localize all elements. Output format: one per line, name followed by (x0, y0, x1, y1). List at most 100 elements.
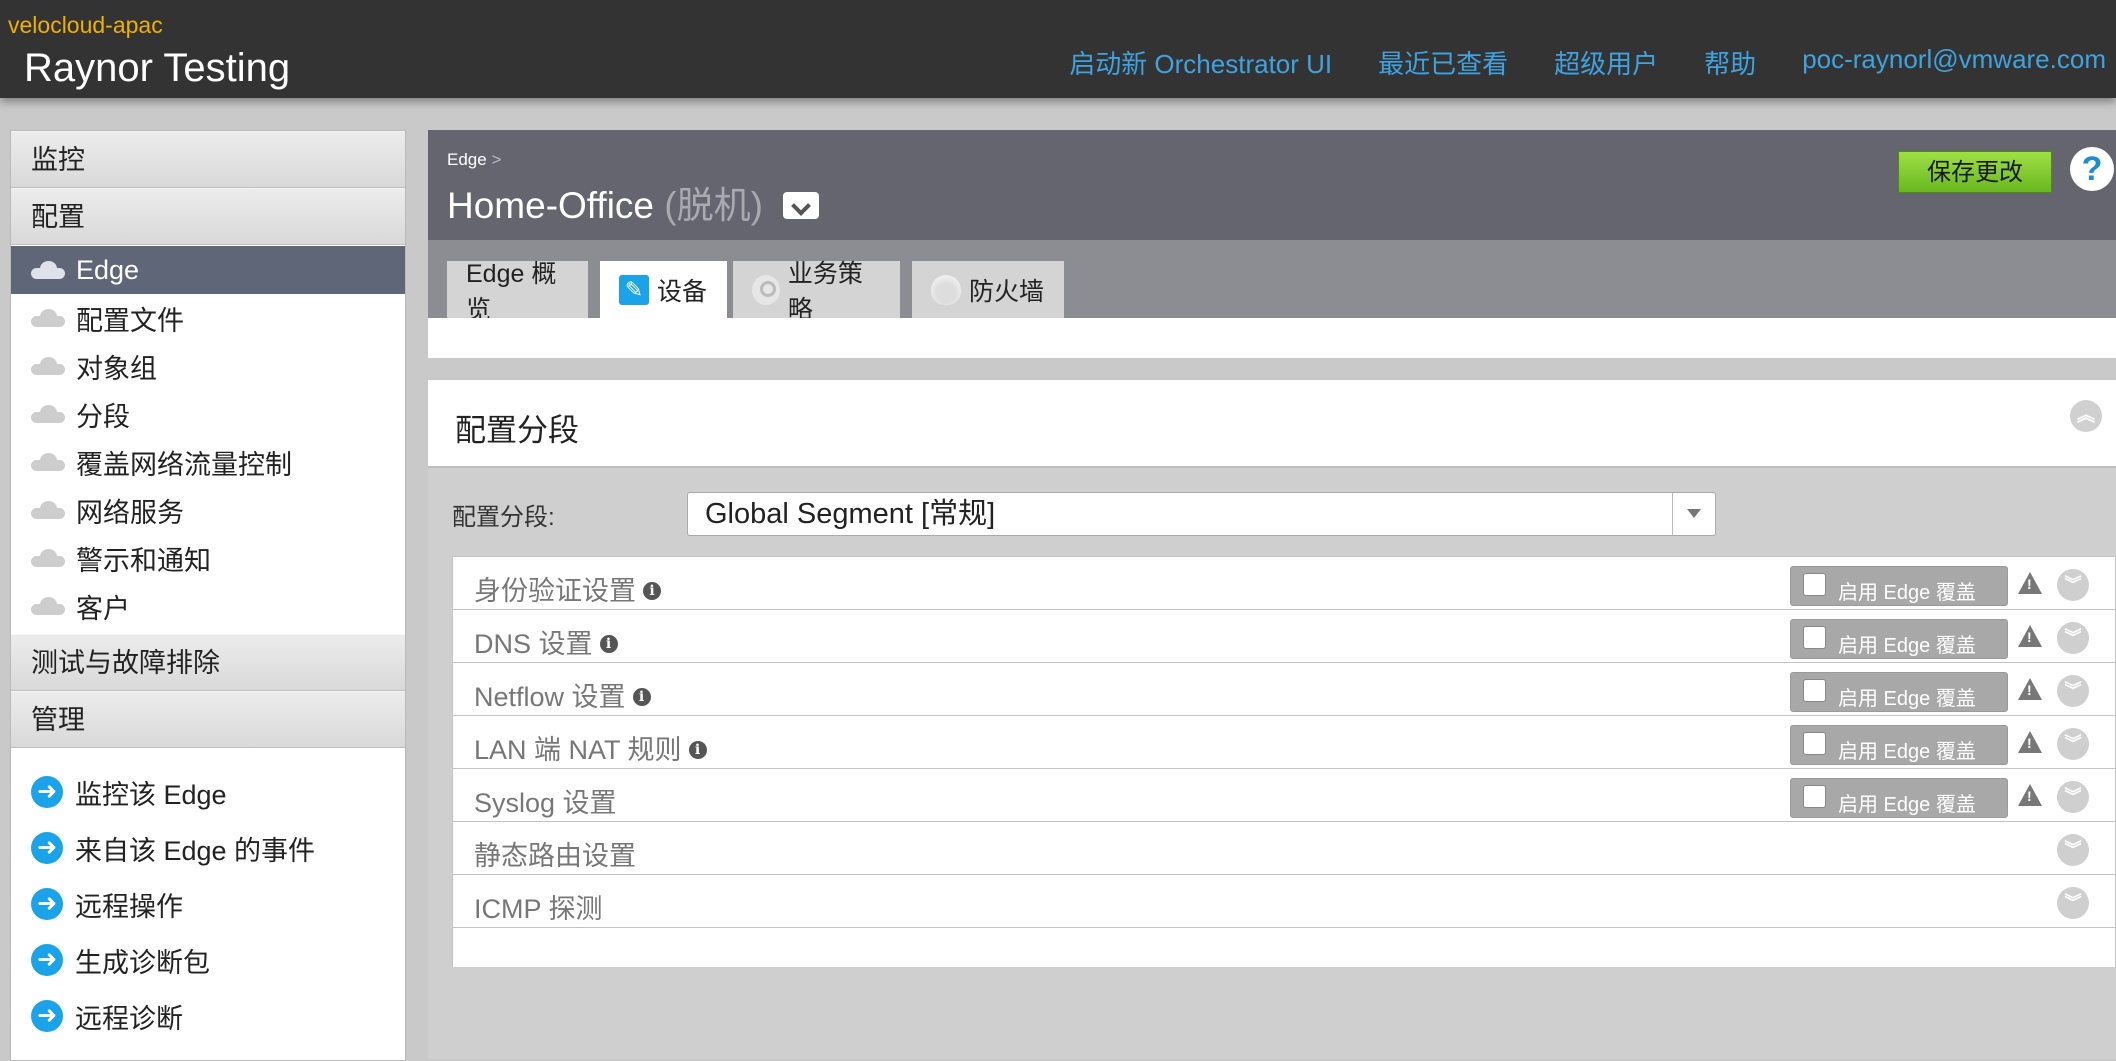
help-link[interactable]: 帮助 (1704, 44, 1756, 81)
sidebar-section-test[interactable]: 测试与故障排除 (11, 634, 405, 691)
top-bar: velocloud-apac Raynor Testing 启动新 Orches… (0, 0, 2116, 98)
sidebar-section-manage[interactable]: 管理 (11, 691, 405, 748)
section-row-partial (452, 927, 2116, 967)
collapse-up-icon[interactable]: ︽ (2070, 400, 2102, 432)
cloud-icon (31, 357, 65, 375)
info-icon[interactable]: i (599, 634, 618, 653)
ribbon-icon (752, 274, 780, 305)
manage-item-events[interactable]: ➜ 来自该 Edge 的事件 (11, 820, 405, 876)
chevron-down-icon[interactable] (1672, 493, 1715, 535)
info-icon[interactable]: i (688, 740, 707, 759)
cloud-icon (31, 549, 65, 567)
sidebar-item-edge[interactable]: Edge (11, 246, 405, 294)
section-title-text: DNS 设置 (474, 629, 593, 659)
section-row-lan-nat[interactable]: LAN 端 NAT 规则 i 启用 Edge 覆盖 ! ︾ (452, 715, 2116, 773)
override-checkbox[interactable] (1803, 732, 1826, 755)
expand-chevron-icon[interactable]: ︾ (2057, 887, 2089, 919)
configure-list: Edge 配置文件 对象组 分段 覆盖网络流量控制 网络服务 警示和通知 客户 (11, 245, 405, 634)
section-row-netflow[interactable]: Netflow 设置 i 启用 Edge 覆盖 ! ︾ (452, 662, 2116, 720)
expand-chevron-icon[interactable]: ︾ (2057, 675, 2089, 707)
manage-item-monitor-edge[interactable]: ➜ 监控该 Edge (11, 764, 405, 820)
info-icon[interactable]: i (643, 581, 661, 600)
override-checkbox[interactable] (1803, 573, 1826, 596)
cloud-icon (31, 405, 65, 423)
manage-item-label: 远程诊断 (75, 1003, 183, 1034)
arrow-right-icon: ➜ (31, 1000, 63, 1032)
wrench-icon: ✎ (619, 274, 649, 305)
warning-icon: ! (2018, 572, 2042, 594)
flame-icon (931, 274, 961, 305)
edge-override-toggle[interactable]: 启用 Edge 覆盖 (1790, 672, 2008, 712)
expand-chevron-icon[interactable]: ︾ (2057, 781, 2089, 813)
info-icon[interactable]: i (632, 687, 651, 706)
override-checkbox[interactable] (1803, 785, 1826, 808)
recent-link[interactable]: 最近已查看 (1378, 44, 1508, 81)
expand-chevron-icon[interactable]: ︾ (2057, 569, 2089, 601)
sidebar-item-label: 客户 (76, 593, 130, 624)
edge-switcher-dropdown[interactable] (783, 191, 820, 219)
section-title: 身份验证设置 i (474, 569, 661, 608)
tab-business-policy[interactable]: 业务策略 (733, 260, 900, 324)
top-nav: 启动新 Orchestrator UI 最近已查看 超级用户 帮助 poc-ra… (1023, 44, 2106, 81)
edge-status: (脱机) (664, 185, 763, 226)
segment-select[interactable]: Global Segment [常规] (687, 492, 1716, 536)
user-account-link[interactable]: poc-raynorl@vmware.com (1802, 44, 2106, 81)
section-row-authentication[interactable]: 身份验证设置 i 启用 Edge 覆盖 ! ︾ (452, 556, 2116, 614)
override-label: 启用 Edge 覆盖 (1838, 688, 1976, 710)
sidebar-section-monitor[interactable]: 监控 (11, 131, 405, 188)
sidebar-item-label: 警示和通知 (76, 545, 211, 576)
override-checkbox[interactable] (1803, 679, 1826, 702)
edge-override-toggle[interactable]: 启用 Edge 覆盖 (1790, 725, 2008, 765)
sidebar-item-alerts[interactable]: 警示和通知 (11, 534, 405, 582)
section-title-text: ICMP 探测 (474, 894, 603, 924)
section-title: Netflow 设置 i (474, 675, 651, 714)
cloud-icon (31, 261, 65, 279)
configure-segments-card: 配置分段 ︽ 配置分段: Global Segment [常规] 身份验证设置 i… (428, 380, 2116, 1059)
section-title: 静态路由设置 (474, 834, 636, 873)
override-label: 启用 Edge 覆盖 (1838, 794, 1976, 816)
manage-item-diagnostic-bundle[interactable]: ➜ 生成诊断包 (11, 932, 405, 988)
section-row-static-routes[interactable]: 静态路由设置 ︾ (452, 821, 2116, 879)
section-title-text: LAN 端 NAT 规则 (474, 735, 682, 765)
save-changes-button[interactable]: 保存更改 (1898, 151, 2052, 193)
sidebar-item-label: Edge (76, 254, 140, 285)
expand-chevron-icon[interactable]: ︾ (2057, 622, 2089, 654)
breadcrumb: Edge > (447, 150, 501, 170)
manage-list: ➜ 监控该 Edge ➜ 来自该 Edge 的事件 ➜ 远程操作 ➜ 生成诊断包 ➜ 远程… (11, 748, 405, 1044)
tab-edge-overview[interactable]: Edge 概览 (447, 260, 588, 324)
page-title: Home-Office (脱机) (447, 175, 820, 229)
section-row-dns[interactable]: DNS 设置 i 启用 Edge 覆盖 ! ︾ (452, 609, 2116, 667)
tab-firewall[interactable]: 防火墙 (912, 261, 1064, 318)
sidebar-item-overlay-flow-control[interactable]: 覆盖网络流量控制 (11, 438, 405, 486)
sidebar-item-label: 分段 (76, 401, 130, 432)
sidebar-section-configure[interactable]: 配置 (11, 188, 405, 245)
sidebar-item-segments[interactable]: 分段 (11, 390, 405, 438)
arrow-right-icon: ➜ (31, 888, 63, 920)
expand-chevron-icon[interactable]: ︾ (2057, 834, 2089, 866)
section-title-text: Syslog 设置 (474, 788, 617, 818)
edge-override-toggle[interactable]: 启用 Edge 覆盖 (1790, 778, 2008, 818)
section-row-icmp-probes[interactable]: ICMP 探测 ︾ (452, 874, 2116, 932)
breadcrumb-edge-link[interactable]: Edge (447, 150, 487, 169)
manage-item-remote-actions[interactable]: ➜ 远程操作 (11, 876, 405, 932)
section-row-syslog[interactable]: Syslog 设置 启用 Edge 覆盖 ! ︾ (452, 768, 2116, 826)
edge-override-toggle[interactable]: 启用 Edge 覆盖 (1790, 619, 2008, 659)
section-title: DNS 设置 i (474, 622, 618, 661)
superuser-link[interactable]: 超级用户 (1554, 44, 1658, 81)
edge-override-toggle[interactable]: 启用 Edge 覆盖 (1790, 566, 2008, 606)
sidebar-item-customer[interactable]: 客户 (11, 582, 405, 630)
expand-chevron-icon[interactable]: ︾ (2057, 728, 2089, 760)
override-checkbox[interactable] (1803, 626, 1826, 649)
sidebar-item-object-groups[interactable]: 对象组 (11, 342, 405, 390)
manage-item-remote-diagnostics[interactable]: ➜ 远程诊断 (11, 988, 405, 1044)
help-icon[interactable]: ? (2070, 147, 2114, 191)
warning-icon: ! (2018, 625, 2042, 647)
sidebar-item-profiles[interactable]: 配置文件 (11, 294, 405, 342)
sidebar-item-network-services[interactable]: 网络服务 (11, 486, 405, 534)
new-ui-link[interactable]: 启动新 Orchestrator UI (1069, 44, 1332, 81)
section-title-text: 静态路由设置 (474, 841, 636, 871)
segment-label: 配置分段: (452, 504, 555, 531)
edge-name: Home-Office (447, 185, 654, 226)
arrow-right-icon: ➜ (31, 776, 63, 808)
tab-device[interactable]: ✎ 设备 (600, 261, 727, 318)
